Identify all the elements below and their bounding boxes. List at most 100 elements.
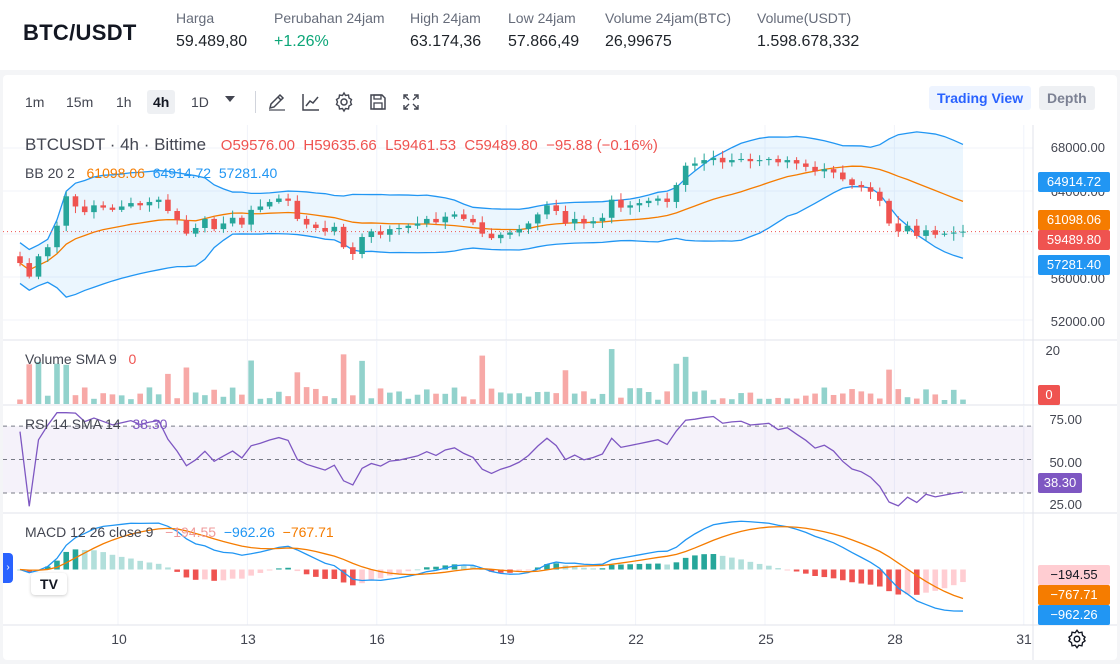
bb-legend[interactable]: BB 20 2 61098.06 64914.72 57281.40: [25, 165, 277, 181]
date-label: 13: [240, 631, 256, 647]
stat-value: +1.26%: [274, 33, 329, 50]
pair-title: BTC/USDT: [23, 20, 137, 45]
volume-bar: [414, 394, 421, 404]
candle-body: [220, 223, 227, 230]
volume-bar: [775, 397, 781, 404]
volume-legend[interactable]: Volume SMA 9 0: [25, 351, 136, 367]
line-chart-icon[interactable]: [299, 90, 323, 114]
volume-bar: [682, 356, 689, 404]
stat-low: Low 24jam 57.866,49: [508, 10, 579, 51]
last-price-tag: 59489.80: [1038, 230, 1110, 250]
chart-canvas[interactable]: [3, 125, 1117, 660]
macd-histogram-bar: [128, 558, 134, 570]
volume-bar: [618, 397, 624, 404]
volume-bar: [867, 393, 874, 404]
candle-body: [525, 223, 532, 230]
rsi-legend[interactable]: RSI 14 SMA 14 38.30: [25, 416, 167, 432]
macd-line-value: −962.26: [223, 524, 275, 540]
volume-bar: [285, 396, 291, 404]
stat-label: Harga: [176, 10, 215, 26]
timeframe-4h[interactable]: 4h: [147, 90, 176, 114]
macd-histogram-bar: [174, 569, 180, 572]
volume-bar: [830, 394, 837, 404]
candle-body: [590, 221, 596, 224]
macd-histogram-bar: [285, 567, 291, 570]
candle-body: [137, 203, 143, 206]
candle-body: [276, 198, 282, 202]
macd-histogram-bar: [276, 568, 282, 570]
candle-body: [830, 169, 837, 173]
candle-body: [146, 201, 153, 206]
macd-histogram-bar: [146, 562, 153, 570]
bb-basis-value: 61098.06: [86, 165, 145, 181]
trading-view-button[interactable]: Trading View: [929, 86, 1032, 110]
candle-body: [645, 200, 652, 204]
candle-body: [331, 226, 338, 232]
macd-histogram-bar: [803, 569, 809, 574]
volume-bar: [211, 389, 217, 404]
candle-body: [470, 218, 476, 223]
candle-body: [876, 191, 883, 201]
candle-body: [895, 223, 902, 232]
candle-body: [608, 199, 615, 218]
macd-histogram-bar: [867, 569, 874, 585]
price-tick: 68000.00: [1050, 140, 1105, 155]
volume-bar: [350, 395, 356, 404]
candle-body: [313, 224, 319, 228]
stat-value: 1.598.678,332: [757, 33, 860, 50]
volume-bar: [876, 398, 883, 404]
pencil-icon[interactable]: [265, 90, 289, 114]
macd-histogram-bar: [109, 554, 116, 570]
volume-bar: [359, 360, 365, 404]
macd-signal-value: −767.71: [282, 524, 334, 540]
macd-histogram-bar: [155, 563, 162, 570]
chevron-down-icon[interactable]: [225, 96, 235, 102]
timeframe-1h[interactable]: 1h: [110, 90, 138, 114]
candle-body: [710, 157, 717, 161]
volume-bar: [479, 355, 486, 404]
stat-price: Harga 59.489,80: [176, 10, 247, 51]
save-icon[interactable]: [366, 90, 390, 114]
candle-body: [803, 163, 809, 167]
volume-bar: [516, 393, 523, 404]
expand-sidebar-button[interactable]: ›: [3, 553, 13, 583]
candle-body: [202, 218, 208, 228]
candle-body: [562, 211, 569, 224]
macd-histogram-bar: [775, 568, 781, 570]
macd-histogram-bar: [396, 569, 402, 574]
candle-body: [368, 231, 375, 238]
candle-body: [26, 263, 33, 277]
depth-button[interactable]: Depth: [1039, 86, 1095, 110]
volume-bar: [553, 393, 560, 404]
macd-histogram-bar: [729, 557, 735, 570]
gear-icon[interactable]: [332, 90, 356, 114]
timeframe-15m[interactable]: 15m: [60, 90, 99, 114]
volume-bar: [266, 398, 273, 404]
fullscreen-icon[interactable]: [399, 90, 423, 114]
macd-histogram-bar: [766, 565, 772, 570]
candle-body: [109, 207, 116, 210]
volume-bar: [44, 395, 51, 404]
volume-bar: [793, 398, 800, 404]
volume-bar: [932, 394, 939, 404]
candle-body: [91, 205, 97, 213]
candle-body: [664, 198, 670, 202]
macd-name: MACD 12 26 close 9: [25, 524, 154, 540]
tradingview-logo[interactable]: TV: [31, 573, 67, 595]
candle-body: [266, 201, 273, 207]
volume-bar: [387, 392, 393, 404]
date-label: 10: [111, 631, 127, 647]
volume-bar: [229, 387, 236, 404]
bb-upper-tag: 64914.72: [1038, 172, 1110, 192]
candle-body: [165, 199, 171, 211]
timeframe-1m[interactable]: 1m: [19, 90, 50, 114]
volume-bar: [941, 399, 948, 404]
macd-legend[interactable]: MACD 12 26 close 9 −194.55 −962.26 −767.…: [25, 524, 334, 540]
settings-gear-icon[interactable]: [1066, 628, 1088, 650]
macd-histogram-bar: [294, 569, 301, 572]
candle-body: [793, 160, 800, 164]
timeframe-1d[interactable]: 1D: [185, 90, 215, 114]
volume-bar: [599, 393, 606, 404]
volume-bar: [747, 392, 754, 404]
candle-body: [17, 256, 23, 264]
